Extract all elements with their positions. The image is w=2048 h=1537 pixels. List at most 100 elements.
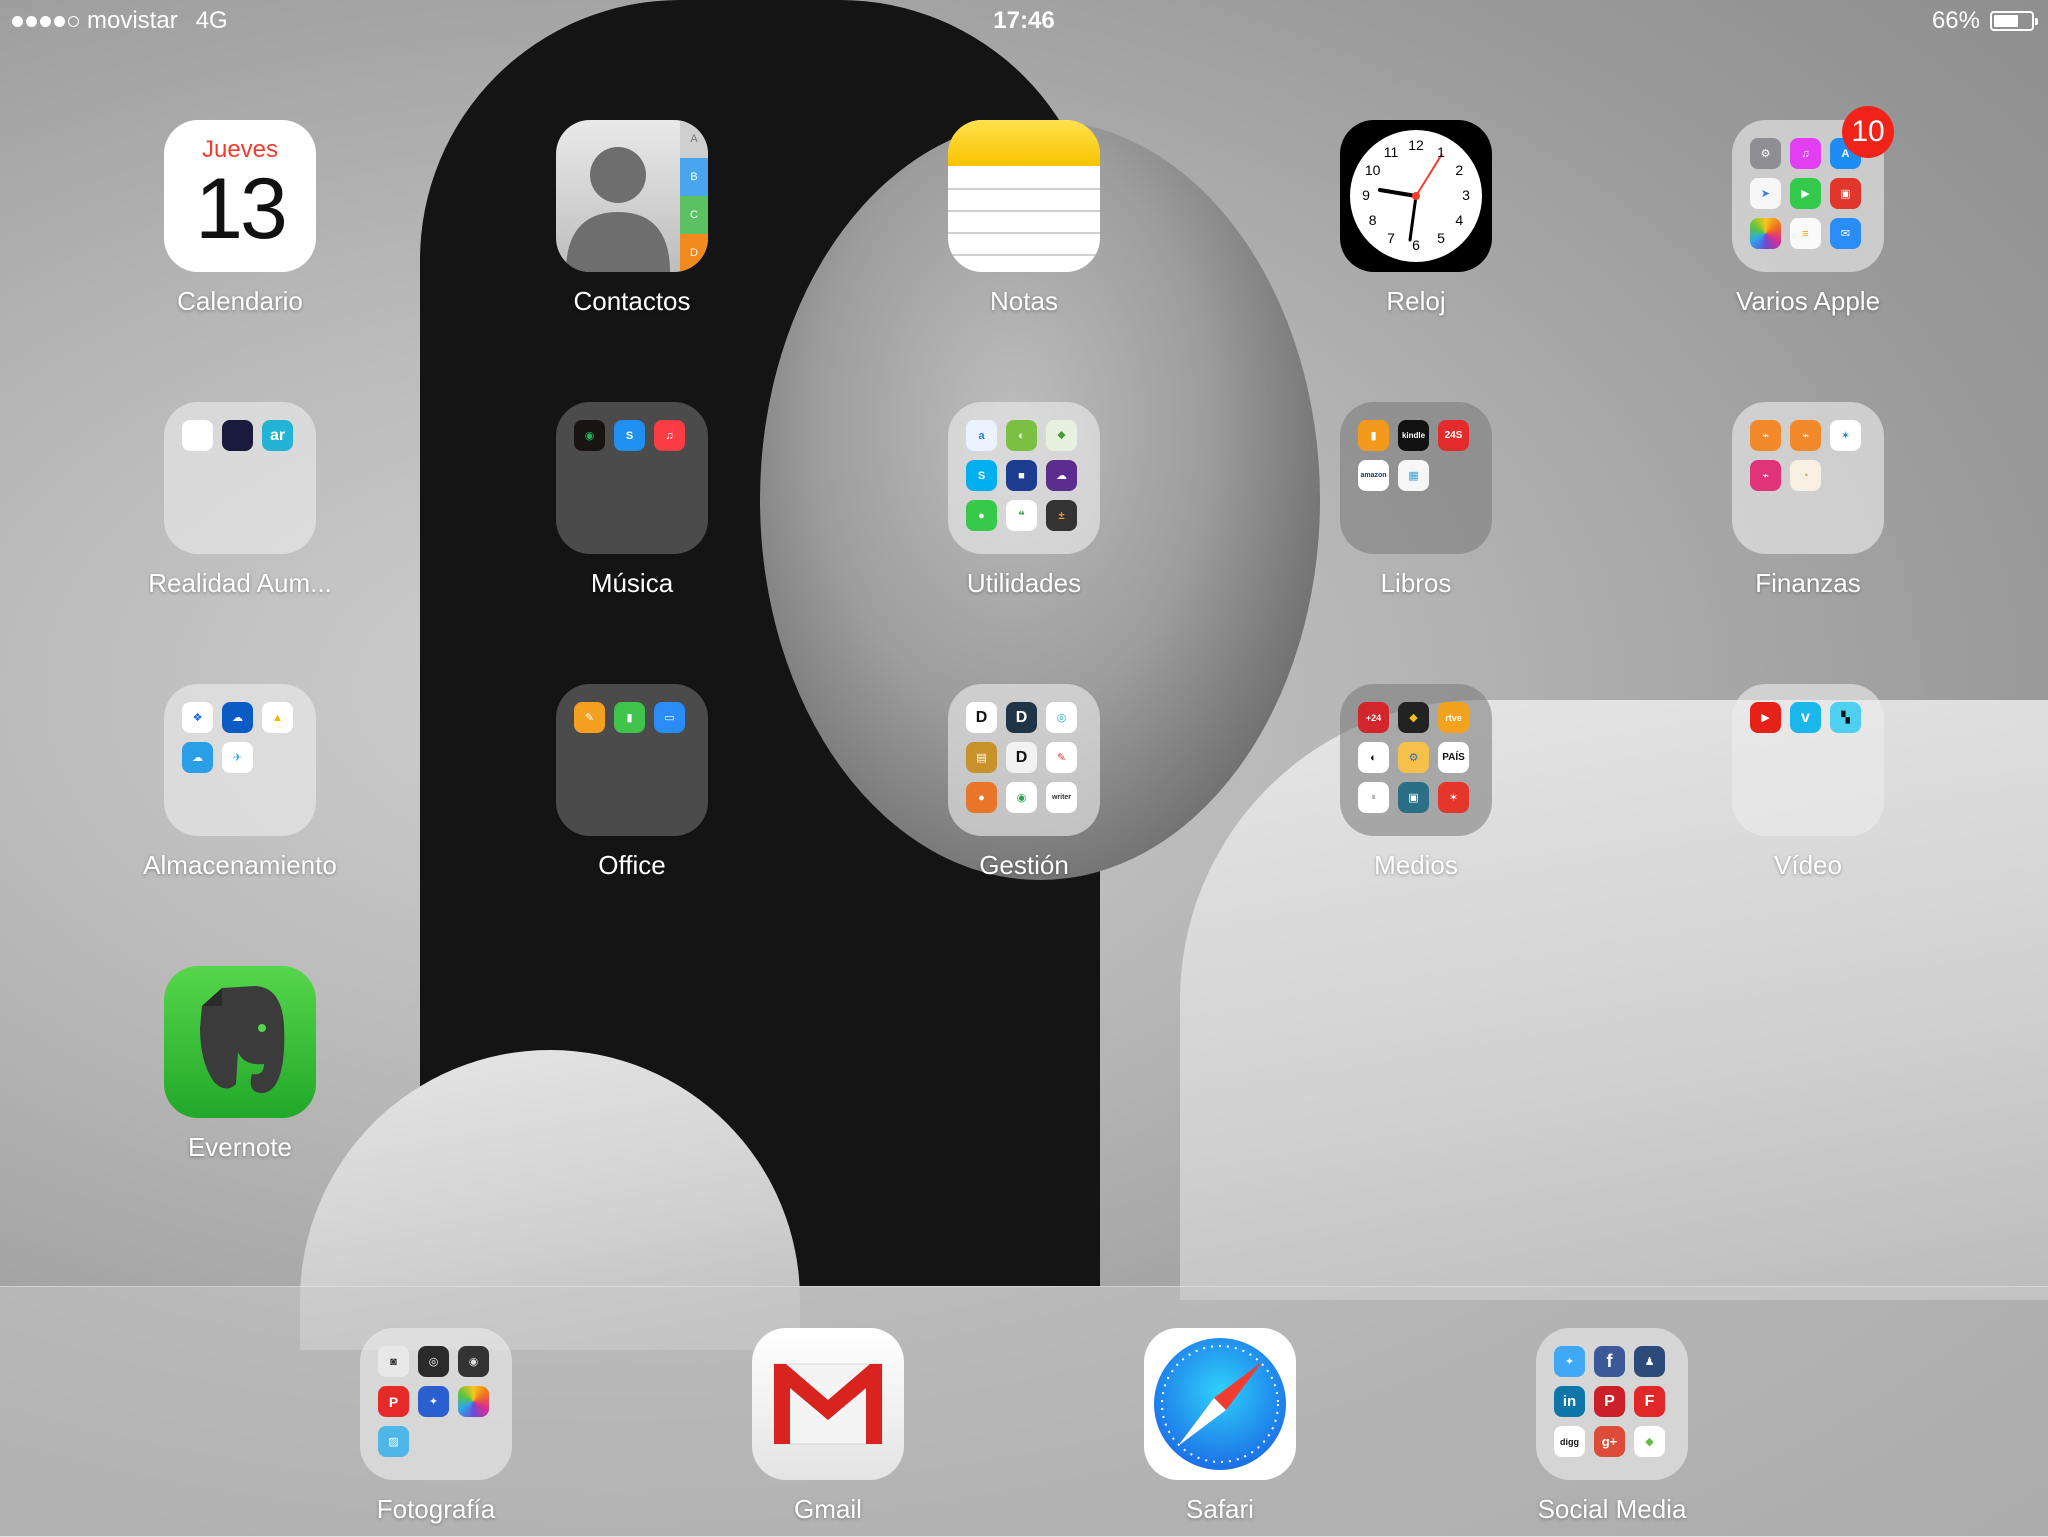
music-icon: ♫ — [654, 420, 685, 451]
clock-number: 2 — [1455, 162, 1464, 178]
rtve-icon: rtve — [1438, 702, 1469, 733]
folder-preview: ◉ S ♫ — [574, 420, 685, 451]
media-app-icon: ≡ — [1358, 782, 1389, 813]
folder-label: Vídeo — [1774, 850, 1842, 880]
gallery-icon: ▨ — [378, 1426, 409, 1457]
folder-label: Finanzas — [1755, 568, 1861, 598]
folder-icon: ▮ kindle 24S amazon ▦ — [1340, 402, 1492, 554]
notification-badge: 10 — [1842, 106, 1894, 158]
clock-number: 3 — [1462, 187, 1470, 203]
reminders-icon: ≡ — [1790, 218, 1821, 249]
photoshop-express-icon: P — [378, 1386, 409, 1417]
camera-app-icon: ◉ — [458, 1346, 489, 1377]
status-bar: movistar 4G 17:46 66% — [0, 0, 2048, 42]
notes-line — [948, 210, 1100, 212]
folder-icon: ✎ ▮ ▭ — [556, 684, 708, 836]
folder-icon: ▶ v ▚ — [1732, 684, 1884, 836]
spotify-icon: ◉ — [574, 420, 605, 451]
storage-app-icon: ✈ — [222, 742, 253, 773]
folder-icon: +24 ◆ rtve ◐ ⚙ PAÍS ≡ ▣ ✶ — [1340, 684, 1492, 836]
google-drive-icon: ▲ — [262, 702, 293, 733]
clock-time: 17:46 — [993, 7, 1055, 34]
numbers-icon: ▮ — [614, 702, 645, 733]
pinterest-icon: P — [1594, 1386, 1625, 1417]
media-app-icon: ⚙ — [1398, 742, 1429, 773]
envelope-m-icon — [773, 1363, 883, 1445]
caixabank-icon: ✶ — [1830, 420, 1861, 451]
gestion-app-icon: ✎ — [1046, 742, 1077, 773]
wallpaper-shirt — [1180, 700, 2048, 1300]
settings-icon: ⚙ — [1750, 138, 1781, 169]
app-label: Evernote — [187, 1132, 293, 1162]
gestion-app-icon: D — [966, 702, 997, 733]
clock-number: 10 — [1364, 162, 1381, 178]
clock-number: 11 — [1383, 143, 1399, 160]
google-maps-icon: ⬥ — [1046, 420, 1077, 451]
twitter-icon: ✦ — [1554, 1346, 1585, 1377]
weather-icon: ☁ — [1046, 460, 1077, 491]
clock-icon: 12 1 2 3 4 5 6 7 8 9 10 11 — [1340, 120, 1492, 272]
clock-number: 9 — [1362, 187, 1370, 203]
digg-icon: digg — [1554, 1426, 1585, 1457]
writer-app-icon: writer — [1046, 782, 1077, 813]
clock-face: 12 1 2 3 4 5 6 7 8 9 10 11 — [1350, 130, 1482, 262]
status-right: 66% — [1931, 7, 2038, 35]
dictionary-icon: ■ — [1006, 460, 1037, 491]
media-app-icon: ✶ — [1438, 782, 1469, 813]
pages-icon: ✎ — [574, 702, 605, 733]
folder-preview: D D ◎ ▤ D ✎ ● ◉ writer — [966, 702, 1077, 813]
clapper-icon: ▚ — [1830, 702, 1861, 733]
folder-label: Fotografía — [376, 1494, 496, 1524]
folder-icon: ◙ ◎ ◉ P ✦ ▨ — [360, 1328, 512, 1480]
gestion-app-icon: ▤ — [966, 742, 997, 773]
folder-icon: a ◐ ⬥ S ■ ☁ ● ❝ ± — [948, 402, 1100, 554]
facetime-icon: ▶ — [1790, 178, 1821, 209]
clock-number: 6 — [1412, 237, 1420, 253]
folder-label: Utilidades — [966, 568, 1082, 598]
finance-app-icon: ⌁ — [1790, 420, 1821, 451]
dragon-icon: ◐ — [1006, 420, 1037, 451]
clock-number: 7 — [1387, 230, 1395, 247]
google-plus-icon: g+ — [1594, 1426, 1625, 1457]
folder-label: Medios — [1374, 850, 1458, 880]
folder-preview: ▮ kindle 24S amazon ▦ — [1358, 420, 1469, 491]
gestion-app-icon: D — [1006, 742, 1037, 773]
notes-line — [948, 254, 1100, 256]
folder-preview: ✎ ▮ ▭ — [574, 702, 685, 733]
ibooks-icon: ▮ — [1358, 420, 1389, 451]
folder-icon: ar — [164, 402, 316, 554]
folder-preview: a ◐ ⬥ S ■ ☁ ● ❝ ± — [966, 420, 1077, 531]
camera-app-icon: ◎ — [418, 1346, 449, 1377]
feedly-icon: ◆ — [1634, 1426, 1665, 1457]
folder-icon: ✦ f ♟ in P F digg g+ ◆ — [1536, 1328, 1688, 1480]
ar-app-icon: ar — [262, 420, 293, 451]
media-app-icon: ◆ — [1398, 702, 1429, 733]
reader-icon: ▦ — [1398, 460, 1429, 491]
folder-preview: +24 ◆ rtve ◐ ⚙ PAÍS ≡ ▣ ✶ — [1358, 702, 1469, 813]
translator-icon: a — [966, 420, 997, 451]
social-app-icon: ♟ — [1634, 1346, 1665, 1377]
contacts-tabs: A B C D — [680, 120, 708, 272]
folder-preview: ◙ ◎ ◉ P ✦ ▨ — [378, 1346, 489, 1457]
person-silhouette-icon — [566, 147, 670, 272]
media-app-icon: ▣ — [1398, 782, 1429, 813]
battery-icon — [1990, 11, 2038, 31]
onedrive-icon: ☁ — [222, 702, 253, 733]
calculator-icon: ± — [1046, 500, 1077, 531]
folder-icon: D D ◎ ▤ D ✎ ● ◉ writer — [948, 684, 1100, 836]
facebook-icon: f — [1594, 1346, 1625, 1377]
calendar-icon: Jueves 13 — [164, 120, 316, 272]
tab-a: A — [680, 120, 708, 158]
folder-preview: ⚙ ♫ A ➤ ▶ ▣ ≡ ✉ — [1750, 138, 1861, 249]
folder-preview: ✦ f ♟ in P F digg g+ ◆ — [1554, 1346, 1665, 1457]
gestion-app-icon: ◉ — [1006, 782, 1037, 813]
notes-line — [948, 188, 1100, 190]
itunes-store-icon: ♫ — [1790, 138, 1821, 169]
folder-label: Libros — [1380, 568, 1452, 598]
folder-preview: ⌁ ⌁ ✶ ⌁ ◔ — [1750, 420, 1861, 491]
app-label: Calendario — [177, 286, 303, 316]
tab-b: B — [680, 158, 708, 196]
battery-percentage: 66% — [1931, 7, 1980, 34]
evernote-icon — [164, 966, 316, 1118]
tab-c: C — [680, 196, 708, 234]
